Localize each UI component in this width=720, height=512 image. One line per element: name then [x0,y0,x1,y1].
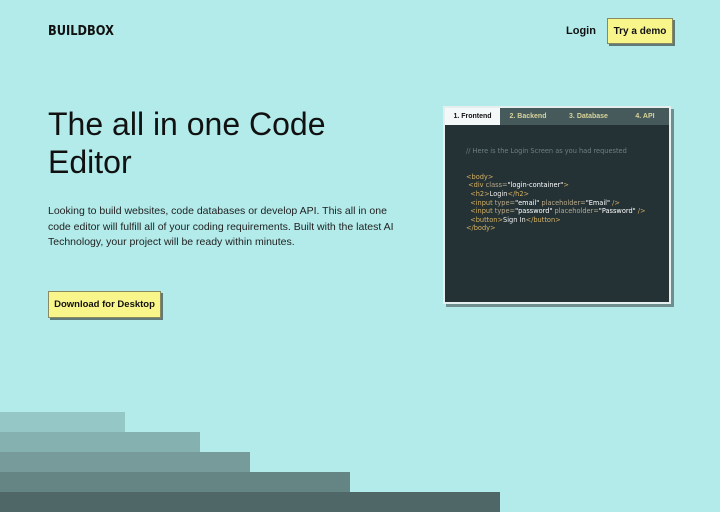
code-content: // Here is the Login Screen as you had r… [466,147,665,233]
code-line: <button>Sign In</button> [470,215,561,224]
hero-description: Looking to build websites, code database… [48,205,394,248]
decorative-step [0,492,500,512]
download-desktop-button[interactable]: Download for Desktop [48,291,161,318]
code-line: <h2>Login</h2> [470,189,530,198]
decorative-step [0,472,350,492]
decorative-step [0,432,200,452]
editor-tabs: 1. Frontend 2. Backend 3. Database 4. AP… [445,108,669,125]
try-demo-button[interactable]: Try a demo [607,18,673,44]
code-comment: // Here is the Login Screen as you had r… [466,147,627,155]
tab-database[interactable]: 3. Database [556,108,621,125]
code-line: </body> [466,224,496,233]
tab-frontend[interactable]: 1. Frontend [445,108,500,125]
decorative-step [0,452,250,472]
code-line: <body> [466,172,494,181]
code-line: <input type="email" placeholder="Email" … [470,198,620,207]
decorative-step [0,412,125,432]
code-editor-preview: 1. Frontend 2. Backend 3. Database 4. AP… [443,106,671,304]
tab-api[interactable]: 4. API [621,108,669,125]
brand-logo[interactable]: BUILDBOX [48,24,114,39]
login-link[interactable]: Login [566,25,596,37]
hero-title: The all in one Code Editor [48,106,326,180]
code-line: <input type="password" placeholder="Pass… [470,207,646,216]
tab-backend[interactable]: 2. Backend [500,108,556,125]
code-line: <div class="login-container"> [468,181,569,190]
